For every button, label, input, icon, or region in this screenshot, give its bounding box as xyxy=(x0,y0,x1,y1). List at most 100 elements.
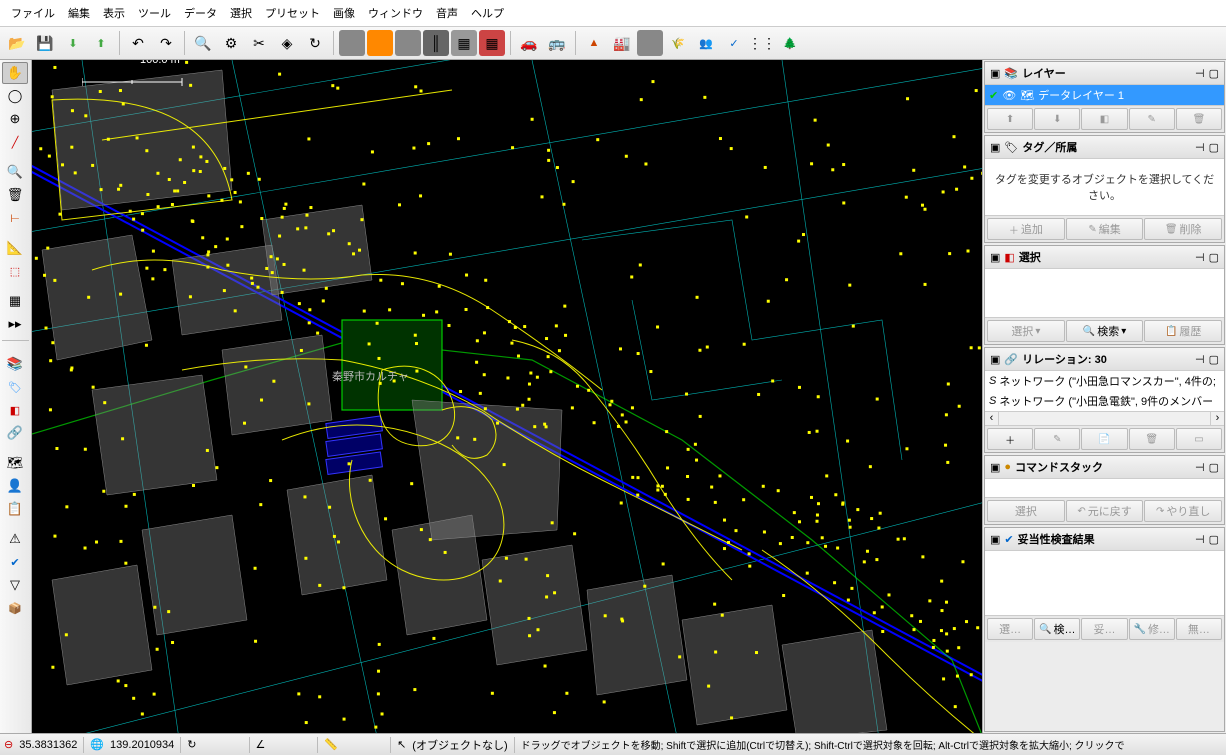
split-way-tool[interactable]: ⊢ xyxy=(2,207,28,229)
menu-presets[interactable]: プリセット xyxy=(260,3,325,23)
preset-dots[interactable]: ⋮⋮ xyxy=(749,30,775,56)
preset-barrier[interactable]: ▦ xyxy=(451,30,477,56)
close-icon[interactable]: ▢ xyxy=(1209,353,1219,366)
val-check-button[interactable]: 🔍 検… xyxy=(1034,618,1080,640)
menu-file[interactable]: ファイル xyxy=(6,3,60,23)
layers-panel-toggle[interactable]: 📚 xyxy=(2,353,28,375)
preset-grey1[interactable] xyxy=(339,30,365,56)
tags-panel-toggle[interactable]: 🏷 xyxy=(2,376,28,398)
select-tool[interactable]: ✋ xyxy=(2,62,28,84)
val-ignore-button[interactable]: 無… xyxy=(1176,618,1222,640)
collapse-icon[interactable]: ▣ xyxy=(990,141,1000,154)
record-icon[interactable]: ⊖ xyxy=(4,738,13,751)
relations-scrollbar[interactable]: ‹› xyxy=(985,411,1224,425)
map-canvas[interactable]: 秦野市カルチャ 100.0 m // scatter yellow node s… xyxy=(32,60,982,733)
collapse-icon[interactable]: ▣ xyxy=(990,533,1000,546)
undo-button[interactable]: ↶ xyxy=(125,30,151,56)
sel-history-button[interactable]: 📋 履歴 xyxy=(1144,320,1222,342)
menu-image[interactable]: 画像 xyxy=(328,3,360,23)
zoom-tool[interactable]: 🔍 xyxy=(2,161,28,183)
menu-tools[interactable]: ツール xyxy=(133,3,176,23)
layer-delete-button[interactable]: 🗑 xyxy=(1176,108,1222,130)
search-button[interactable]: 🔍 xyxy=(190,30,216,56)
collapse-icon[interactable]: ▣ xyxy=(990,67,1000,80)
sel-select-button[interactable]: 選択 ▾ xyxy=(987,320,1065,342)
layer-toggle-button[interactable]: ◧ xyxy=(1081,108,1127,130)
val-sel-button[interactable]: 選… xyxy=(987,618,1033,640)
rel-del-button[interactable]: 🗑 xyxy=(1129,428,1175,450)
pin-icon[interactable]: ⊣ xyxy=(1195,461,1205,474)
selection-panel-toggle[interactable]: ◧ xyxy=(2,399,28,421)
wireframe-button[interactable]: ◈ xyxy=(274,30,300,56)
menu-data[interactable]: データ xyxy=(179,3,222,23)
play-tool[interactable]: ▸▸ xyxy=(2,313,28,335)
validate-toggle[interactable]: ✔ xyxy=(2,551,28,573)
map-toggle[interactable]: 🗺 xyxy=(2,452,28,474)
authors-toggle[interactable]: 👤 xyxy=(2,475,28,497)
close-icon[interactable]: ▢ xyxy=(1209,67,1219,80)
sel-search-button[interactable]: 🔍 検索 ▾ xyxy=(1066,320,1144,342)
upload-button[interactable]: ⬆ xyxy=(88,30,114,56)
preset-car[interactable]: 🚗 xyxy=(516,30,542,56)
menu-help[interactable]: ヘルプ xyxy=(466,3,509,23)
menu-audio[interactable]: 音声 xyxy=(431,3,463,23)
open-button[interactable]: 📂 xyxy=(4,30,30,56)
building-tool[interactable]: ⬚ xyxy=(2,260,28,282)
tag-add-button[interactable]: ＋ 追加 xyxy=(987,218,1065,240)
preferences-button[interactable]: ⚙ xyxy=(218,30,244,56)
pin-icon[interactable]: ⊣ xyxy=(1195,251,1205,264)
close-icon[interactable]: ▢ xyxy=(1209,141,1219,154)
filter-toggle[interactable]: ▽ xyxy=(2,574,28,596)
relation-row[interactable]: S ネットワーク ("小田急電鉄", 9件のメンバー xyxy=(985,391,1224,411)
pin-icon[interactable]: ⊣ xyxy=(1195,141,1205,154)
draw-way-tool[interactable]: ╱ xyxy=(2,131,28,153)
preset-bus[interactable]: 🚌 xyxy=(544,30,570,56)
changeset-toggle[interactable]: 📦 xyxy=(2,597,28,619)
val-val-button[interactable]: 妥… xyxy=(1081,618,1127,640)
delete-tool[interactable]: 🗑 xyxy=(2,184,28,206)
pin-icon[interactable]: ⊣ xyxy=(1195,353,1205,366)
save-button[interactable]: 💾 xyxy=(32,30,58,56)
menu-window[interactable]: ウィンドウ xyxy=(363,3,428,23)
cmd-redo-button[interactable]: ↷ やり直し xyxy=(1144,500,1222,522)
collapse-icon[interactable]: ▣ xyxy=(990,461,1000,474)
collapse-icon[interactable]: ▣ xyxy=(990,353,1000,366)
redo-button[interactable]: ↷ xyxy=(153,30,179,56)
preset-triangle[interactable]: ▲ xyxy=(581,30,607,56)
rel-edit-button[interactable]: ✎ xyxy=(1034,428,1080,450)
rel-sel-button[interactable]: ▭ xyxy=(1176,428,1222,450)
preset-road[interactable]: ║ xyxy=(423,30,449,56)
lasso-tool[interactable]: ◯ xyxy=(2,85,28,107)
layer-opacity-button[interactable]: ✎ xyxy=(1129,108,1175,130)
collapse-icon[interactable]: ▣ xyxy=(990,251,1000,264)
tag-edit-button[interactable]: ✎ 編集 xyxy=(1066,218,1144,240)
preset-wheat[interactable]: 🌾 xyxy=(665,30,691,56)
draw-node-tool[interactable]: ⊕ xyxy=(2,108,28,130)
tag-delete-button[interactable]: 🗑 削除 xyxy=(1144,218,1222,240)
download-button[interactable]: ⬇ xyxy=(60,30,86,56)
rel-dup-button[interactable]: 📄 xyxy=(1081,428,1127,450)
conflict-toggle[interactable]: ⚠ xyxy=(2,528,28,550)
preset-brick[interactable]: ▦ xyxy=(479,30,505,56)
preset-grey3[interactable] xyxy=(637,30,663,56)
cmd-select-button[interactable]: 選択 xyxy=(987,500,1065,522)
preset-orange[interactable] xyxy=(367,30,393,56)
cmd-undo-button[interactable]: ↶ 元に戻す xyxy=(1066,500,1144,522)
close-icon[interactable]: ▢ xyxy=(1209,251,1219,264)
preset-tree[interactable]: 🌲 xyxy=(777,30,803,56)
val-fix-button[interactable]: 🔧 修… xyxy=(1129,618,1175,640)
close-icon[interactable]: ▢ xyxy=(1209,461,1219,474)
preset-check[interactable]: ✓ xyxy=(721,30,747,56)
globe-icon[interactable]: 🌐 xyxy=(90,738,104,751)
relations-panel-toggle[interactable]: 🔗 xyxy=(2,422,28,444)
preset-people[interactable]: 👥 xyxy=(693,30,719,56)
share-button[interactable]: ✂ xyxy=(246,30,272,56)
menu-selection[interactable]: 選択 xyxy=(225,3,257,23)
eye-icon[interactable]: 👁 xyxy=(1002,89,1016,102)
layer-down-button[interactable]: ⬇ xyxy=(1034,108,1080,130)
close-icon[interactable]: ▢ xyxy=(1209,533,1219,546)
grid-tool[interactable]: ▦ xyxy=(2,290,28,312)
layer-up-button[interactable]: ⬆ xyxy=(987,108,1033,130)
rel-new-button[interactable]: ＋ xyxy=(987,428,1033,450)
menu-view[interactable]: 表示 xyxy=(98,3,130,23)
